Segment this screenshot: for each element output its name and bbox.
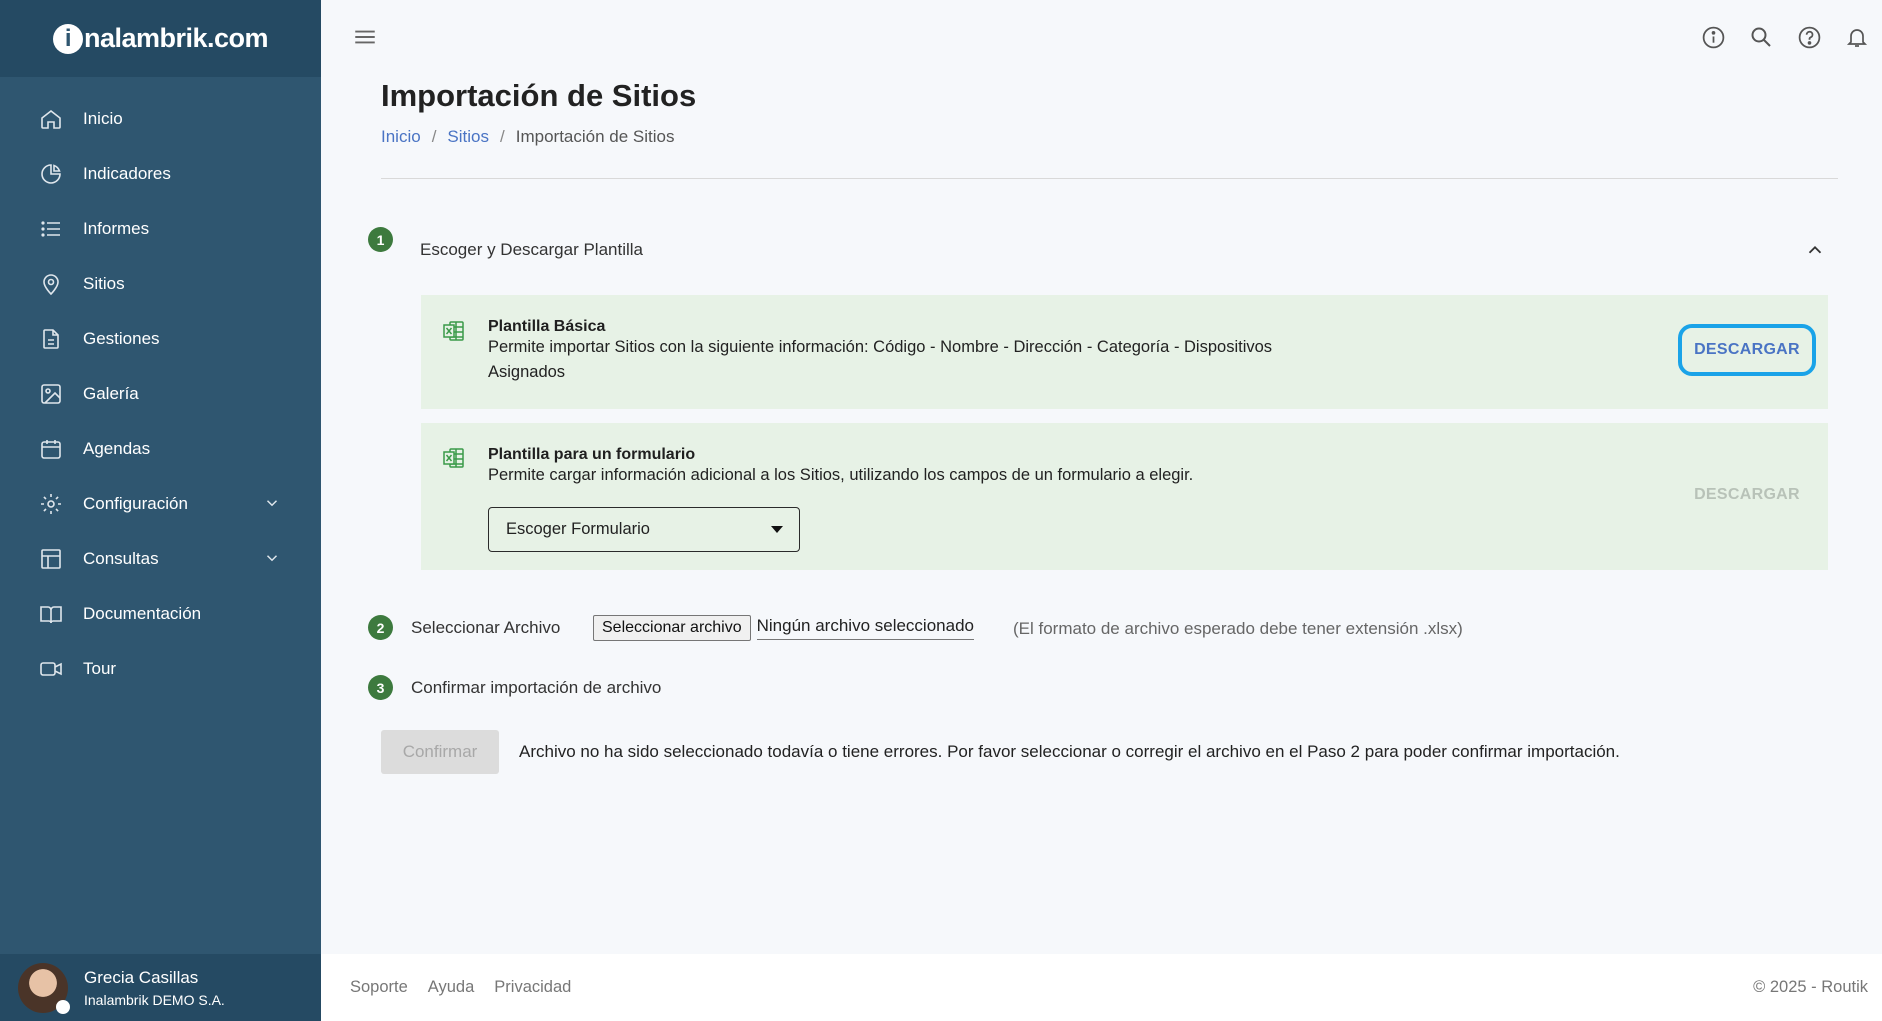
- book-icon: [38, 601, 64, 627]
- file-name: Ningún archivo seleccionado: [756, 616, 974, 640]
- sidebar-item-configuracion[interactable]: Configuración: [0, 476, 321, 531]
- footer: Soporte Ayuda Privacidad © 2025 - Routik: [321, 954, 1882, 1021]
- file-icon: [38, 326, 64, 352]
- sidebar-item-label: Gestiones: [83, 328, 160, 348]
- sidebar-item-galeria[interactable]: Galería: [0, 366, 321, 421]
- bell-icon[interactable]: [1844, 24, 1870, 50]
- file-input[interactable]: Seleccionar archivo Ningún archivo selec…: [593, 615, 974, 641]
- breadcrumb: Inicio / Sitios / Importación de Sitios: [381, 127, 674, 147]
- brand-logo[interactable]: i nalambrik.com: [52, 23, 269, 54]
- breadcrumb-separator: /: [431, 127, 437, 146]
- step-2-badge: 2: [368, 615, 393, 640]
- template-description: Permite importar Sitios con la siguiente…: [488, 338, 1273, 381]
- sidebar-item-label: Indicadores: [83, 163, 171, 183]
- home-icon: [38, 106, 64, 132]
- breadcrumb-separator: /: [500, 127, 505, 146]
- chevron-down-icon[interactable]: [263, 549, 281, 567]
- help-icon[interactable]: [1796, 24, 1822, 50]
- avatar: [18, 962, 70, 1014]
- pie-chart-icon: [38, 161, 64, 187]
- sidebar-item-agendas[interactable]: Agendas: [0, 421, 321, 476]
- user-profile[interactable]: Grecia Casillas Inalambrik DEMO S.A.: [0, 954, 321, 1021]
- template-title: Plantilla Básica: [488, 318, 606, 335]
- template-title: Plantilla para un formulario: [488, 446, 696, 463]
- sidebar-item-consultas[interactable]: Consultas: [0, 531, 321, 586]
- step-3-label: Confirmar importación de archivo: [411, 678, 662, 697]
- breadcrumb-link-inicio[interactable]: Inicio: [381, 127, 421, 147]
- template-card-form: Plantilla para un formulario Permite car…: [421, 423, 1828, 570]
- sidebar-item-sitios[interactable]: Sitios: [0, 256, 321, 311]
- sidebar-nav: Inicio Indicadores Informes Sitios Gesti…: [0, 77, 321, 696]
- sidebar: i nalambrik.com Inicio Indicadores Infor…: [0, 0, 321, 1021]
- sidebar-item-label: Inicio: [83, 108, 123, 128]
- search-icon[interactable]: [1748, 24, 1774, 50]
- footer-link-privacidad[interactable]: Privacidad: [494, 978, 571, 997]
- sidebar-item-gestiones[interactable]: Gestiones: [0, 311, 321, 366]
- form-select[interactable]: Escoger Formulario: [488, 507, 800, 552]
- header-divider: [381, 178, 1838, 179]
- excel-icon: [443, 321, 464, 341]
- table-icon: [38, 546, 64, 572]
- sidebar-item-tour[interactable]: Tour: [0, 641, 321, 696]
- sidebar-item-informes[interactable]: Informes: [0, 201, 321, 256]
- copyright: © 2025 - Routik: [1753, 978, 1868, 996]
- sidebar-item-label: Informes: [83, 218, 150, 238]
- footer-links: Soporte Ayuda Privacidad: [350, 978, 571, 997]
- calendar-icon: [38, 436, 64, 462]
- sidebar-item-label: Configuración: [83, 493, 188, 513]
- sidebar-item-inicio[interactable]: Inicio: [0, 91, 321, 146]
- topbar: [321, 0, 1882, 74]
- sidebar-item-documentacion[interactable]: Documentación: [0, 586, 321, 641]
- sidebar-item-label: Agendas: [83, 438, 151, 458]
- image-icon: [38, 381, 64, 407]
- chevron-down-icon[interactable]: [263, 494, 281, 512]
- sidebar-item-label: Documentación: [83, 603, 202, 623]
- sidebar-item-label: Tour: [83, 658, 117, 678]
- download-form-button: DESCARGAR: [1694, 486, 1800, 503]
- step-1-badge: 1: [368, 227, 393, 252]
- confirm-message: Archivo no ha sido seleccionado todavía …: [519, 742, 1620, 761]
- gear-icon: [38, 491, 64, 517]
- video-icon: [38, 656, 64, 682]
- sidebar-item-label: Galería: [83, 383, 139, 403]
- chevron-up-icon[interactable]: [1804, 239, 1826, 261]
- confirm-button: Confirmar: [381, 730, 499, 774]
- form-select-value: Escoger Formulario: [506, 520, 650, 538]
- breadcrumb-current: Importación de Sitios: [515, 127, 675, 146]
- breadcrumb-link-sitios[interactable]: Sitios: [447, 127, 489, 147]
- map-pin-icon: [38, 271, 64, 297]
- info-icon[interactable]: [1700, 24, 1726, 50]
- sidebar-item-indicadores[interactable]: Indicadores: [0, 146, 321, 201]
- sidebar-item-label: Sitios: [83, 273, 125, 293]
- template-card-basic: Plantilla Básica Permite importar Sitios…: [421, 295, 1828, 409]
- step-2-label: Seleccionar Archivo: [411, 618, 561, 637]
- logo-bar: i nalambrik.com: [0, 0, 321, 77]
- hamburger-menu-icon[interactable]: [352, 24, 378, 50]
- template-description: Permite cargar información adicional a l…: [488, 466, 1194, 484]
- footer-link-soporte[interactable]: Soporte: [350, 978, 408, 997]
- excel-icon: [443, 448, 464, 468]
- caret-down-icon: [771, 526, 783, 533]
- user-name: Grecia Casillas: [84, 967, 199, 987]
- user-company: Inalambrik DEMO S.A.: [84, 991, 225, 1008]
- sidebar-item-label: Consultas: [83, 548, 159, 568]
- download-basic-button[interactable]: DESCARGAR: [1678, 324, 1816, 376]
- topbar-actions: [1700, 24, 1870, 50]
- file-format-hint: (El formato de archivo esperado debe ten…: [1013, 619, 1463, 638]
- choose-file-button[interactable]: Seleccionar archivo: [593, 615, 751, 641]
- step-3-badge: 3: [368, 675, 393, 700]
- step-1-label: Escoger y Descargar Plantilla: [420, 240, 643, 259]
- page-title: Importación de Sitios: [381, 78, 697, 113]
- logo-mark: i: [52, 23, 83, 54]
- list-icon: [38, 216, 64, 242]
- logo-text: nalambrik.com: [83, 23, 269, 53]
- footer-link-ayuda[interactable]: Ayuda: [428, 978, 475, 997]
